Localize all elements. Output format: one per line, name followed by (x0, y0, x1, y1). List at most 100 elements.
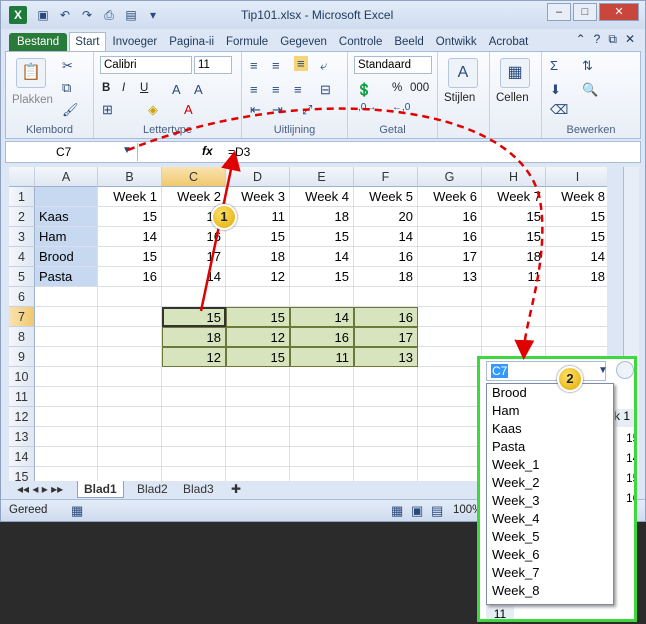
cell[interactable] (162, 387, 226, 407)
format-painter-icon[interactable]: 🖌 (62, 102, 79, 118)
styles-button[interactable]: Stijlen (444, 92, 475, 104)
data-cell[interactable]: 15 (482, 227, 546, 247)
dropdown-item[interactable]: Week_7 (487, 564, 613, 582)
row-header-3[interactable]: 3 (9, 227, 35, 247)
data-cell[interactable]: 18 (546, 267, 607, 287)
data-cell[interactable]: 17 (162, 247, 226, 267)
data-cell[interactable]: 18 (226, 247, 290, 267)
dropdown-item[interactable]: Ham (487, 402, 613, 420)
data-cell[interactable]: 15 (546, 207, 607, 227)
merge-icon[interactable]: ⊟ (320, 82, 331, 98)
data-cell[interactable]: 16 (418, 207, 482, 227)
cell[interactable] (418, 467, 482, 481)
data-cell[interactable]: 15 (98, 207, 162, 227)
grow-font-icon[interactable]: A (172, 82, 181, 97)
cell[interactable] (98, 327, 162, 347)
cut-icon[interactable]: ✂ (62, 58, 73, 74)
zoom-name-box-dropdown-icon[interactable]: ▼ (598, 365, 608, 376)
sheet-tab-blad3[interactable]: Blad3 (177, 481, 220, 498)
dropdown-item[interactable]: Week_4 (487, 510, 613, 528)
cell[interactable] (482, 327, 546, 347)
cell[interactable] (98, 467, 162, 481)
week-header[interactable]: Week 7 (482, 187, 546, 207)
row-label[interactable]: Pasta (35, 267, 98, 287)
cell[interactable] (98, 387, 162, 407)
align-bottom-icon[interactable]: ≡ (294, 56, 308, 71)
font-size-select[interactable]: 11 (194, 56, 232, 74)
excel-app-icon[interactable]: X (9, 6, 27, 24)
close-button[interactable]: ✕ (599, 3, 639, 21)
row-header-9[interactable]: 9 (9, 347, 35, 367)
row-header-14[interactable]: 14 (9, 447, 35, 467)
cell[interactable] (35, 367, 98, 387)
cell[interactable] (546, 307, 607, 327)
green-cell[interactable]: 17 (354, 327, 418, 347)
week-header[interactable]: Week 6 (418, 187, 482, 207)
italic-icon[interactable]: I (122, 82, 125, 94)
print-preview-icon[interactable]: ⎙ (101, 7, 117, 23)
cell[interactable] (418, 407, 482, 427)
sort-filter-icon[interactable]: ⇅ (582, 58, 593, 74)
number-format-select[interactable]: Standaard (354, 56, 432, 74)
week-header[interactable]: Week 1 (98, 187, 162, 207)
quick-print-icon[interactable]: ▤ (123, 7, 139, 23)
column-header-b[interactable]: B (98, 167, 162, 187)
green-cell[interactable]: 18 (162, 327, 226, 347)
cell[interactable] (546, 327, 607, 347)
align-center-icon[interactable]: ≡ (272, 82, 280, 97)
cell[interactable] (35, 407, 98, 427)
cell[interactable] (162, 447, 226, 467)
row-label[interactable]: Ham (35, 227, 98, 247)
data-cell[interactable]: 16 (98, 267, 162, 287)
data-cell[interactable]: 18 (482, 247, 546, 267)
row-header-2[interactable]: 2 (9, 207, 35, 227)
tab-beeld[interactable]: Beeld (389, 33, 428, 51)
row-header-12[interactable]: 12 (9, 407, 35, 427)
borders-icon[interactable]: ⊞ (102, 102, 113, 118)
cell[interactable] (162, 407, 226, 427)
cell[interactable] (290, 447, 354, 467)
data-cell[interactable]: 15 (290, 227, 354, 247)
dropdown-item[interactable]: Brood (487, 384, 613, 402)
data-cell[interactable]: 16 (418, 227, 482, 247)
green-cell[interactable]: 16 (290, 327, 354, 347)
green-cell[interactable]: 15 (226, 307, 290, 327)
column-header-c[interactable]: C (162, 167, 226, 187)
dropdown-item[interactable]: Week_5 (487, 528, 613, 546)
cell[interactable] (418, 447, 482, 467)
cell[interactable] (98, 407, 162, 427)
active-cell-c7[interactable]: 15 (162, 307, 226, 327)
cell[interactable] (162, 287, 226, 307)
dropdown-item[interactable]: Kaas (487, 420, 613, 438)
cell[interactable] (290, 407, 354, 427)
cell[interactable] (35, 387, 98, 407)
autosum-icon[interactable]: Σ (550, 58, 558, 73)
clear-icon[interactable]: ⌫ (550, 102, 568, 118)
cell[interactable] (98, 287, 162, 307)
cell[interactable] (162, 367, 226, 387)
cell[interactable] (290, 387, 354, 407)
cell[interactable] (98, 367, 162, 387)
data-cell[interactable]: 16 (354, 247, 418, 267)
green-cell[interactable]: 15 (226, 347, 290, 367)
cells-button[interactable]: Cellen (496, 92, 529, 104)
week-header[interactable]: Week 4 (290, 187, 354, 207)
cell[interactable] (418, 287, 482, 307)
align-left-icon[interactable]: ≡ (250, 82, 258, 97)
cell[interactable] (482, 307, 546, 327)
data-cell[interactable]: 17 (418, 247, 482, 267)
green-cell[interactable]: 16 (354, 307, 418, 327)
data-cell[interactable]: 14 (290, 247, 354, 267)
tab-invoeger[interactable]: Invoeger (108, 33, 163, 51)
formula-input[interactable]: =D3 (228, 145, 250, 159)
redo-icon[interactable]: ↷ (79, 7, 95, 23)
align-top-icon[interactable]: ≡ (250, 58, 258, 73)
week-header[interactable]: Week 2 (162, 187, 226, 207)
row-header-6[interactable]: 6 (9, 287, 35, 307)
find-select-icon[interactable]: 🔍 (582, 82, 598, 98)
cell[interactable] (354, 367, 418, 387)
row-header-13[interactable]: 13 (9, 427, 35, 447)
cell[interactable] (35, 347, 98, 367)
row-header-10[interactable]: 10 (9, 367, 35, 387)
tab-acrobat[interactable]: Acrobat (484, 33, 534, 51)
